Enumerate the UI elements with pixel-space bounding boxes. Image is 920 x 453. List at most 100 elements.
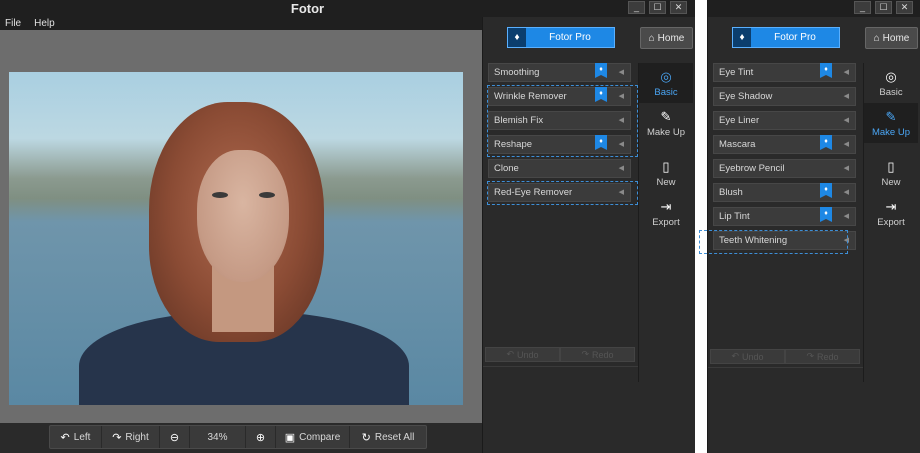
undo-label: Undo [742,351,764,362]
redo-button[interactable]: ↷ Redo [560,347,635,362]
expand-arrow-icon: ◀ [618,165,624,172]
nav-label: New [881,176,901,188]
app-title: Fotor [290,1,325,16]
fotor-pro-button[interactable]: ♦ Fotor Pro [507,27,615,48]
tool-eye-tint[interactable]: Eye Tint ♦ ◀ [713,63,856,82]
side-nav: ◎ Basic ✎ Make Up ▯ New ⇥ Export [638,63,694,382]
highlight-frame [487,181,638,205]
nav-export[interactable]: ⇥ Export [864,193,918,233]
home-button[interactable]: ⌂ Home [865,27,918,49]
redo-button[interactable]: ↷ Redo [785,349,860,364]
reset-all-label: Reset All [374,431,415,443]
expand-arrow-icon: ◀ [843,93,849,100]
new-file-icon: ▯ [887,158,895,174]
rotate-right-icon: ↷ [112,431,122,444]
divider [483,366,638,367]
nav-export[interactable]: ⇥ Export [639,193,693,233]
redo-label: Redo [592,349,614,360]
fotor-pro-label: Fotor Pro [549,32,591,43]
rotate-left-icon: ↶ [60,431,70,444]
nav-label: Export [877,216,905,228]
view-controls: ↶ Left ↷ Right ⊖ 34% ⊕ ▣ Compare ↻ Reset… [49,425,427,449]
undo-label: Undo [517,349,539,360]
zoom-in-button[interactable]: ⊕ [246,426,276,448]
pro-badge-icon: ♦ [820,63,832,78]
makeup-icon: ✎ [885,108,897,124]
menu-file[interactable]: File [5,17,21,30]
diamond-icon: ♦ [733,28,751,47]
nav-basic[interactable]: ◎ Basic [864,63,918,103]
maximize-button[interactable]: ☐ [875,1,892,14]
tool-eye-shadow[interactable]: Eye Shadow ◀ [713,87,856,106]
undo-button[interactable]: ↶ Undo [710,349,785,364]
basic-icon: ◎ [660,68,672,84]
compare-button[interactable]: ▣ Compare [276,426,350,448]
photo-canvas[interactable] [0,30,482,423]
expand-arrow-icon: ◀ [843,213,849,220]
makeup-icon: ✎ [660,108,672,124]
highlight-frame [699,230,848,254]
rotate-right-label: Right [125,431,149,443]
nav-new[interactable]: ▯ New [639,153,693,193]
minimize-button[interactable]: _ [854,1,871,14]
menu-help[interactable]: Help [34,17,55,30]
bottom-toolbar: ↶ Left ↷ Right ⊖ 34% ⊕ ▣ Compare ↻ Reset… [0,423,482,453]
expand-arrow-icon: ◀ [843,69,849,76]
undo-button[interactable]: ↶ Undo [485,347,560,362]
tool-mascara[interactable]: Mascara ♦ ◀ [713,135,856,154]
compare-label: Compare [299,431,341,443]
pro-badge-icon: ♦ [820,135,832,150]
zoom-out-button[interactable]: ⊖ [160,426,190,448]
nav-label: Make Up [871,126,910,138]
maximize-button[interactable]: ☐ [649,1,666,14]
tool-label: Lip Tint [719,211,750,222]
minimize-button[interactable]: _ [628,1,645,14]
home-button[interactable]: ⌂ Home [640,27,693,49]
undo-redo-bar: ↶ Undo ↷ Redo [710,349,860,364]
nav-make-up[interactable]: ✎ Make Up [639,103,693,143]
tool-eye-liner[interactable]: Eye Liner ◀ [713,111,856,130]
nav-new[interactable]: ▯ New [864,153,918,193]
close-button[interactable]: ✕ [670,1,687,14]
home-icon: ⌂ [648,32,655,44]
home-icon: ⌂ [873,32,880,44]
tool-clone[interactable]: Clone ◀ [488,159,631,178]
makeup-window: _ ☐ ✕ ♦ Fotor Pro ⌂ Home Eye Tint ♦ ◀ Ey… [699,0,920,453]
diamond-icon: ♦ [508,28,526,47]
main-window: Fotor _ ☐ ✕ File Help ↶ Left ↷ Right ⊖ 3… [0,0,695,453]
nav-label: Basic [654,86,678,98]
reset-all-button[interactable]: ↻ Reset All [350,426,426,448]
nav-label: Export [652,216,680,228]
tool-label: Eyebrow Pencil [719,163,785,174]
zoom-in-icon: ⊕ [255,431,266,444]
basic-side-panel: ♦ Fotor Pro ⌂ Home Smoothing ♦ ◀ Wrinkle… [482,17,695,453]
expand-arrow-icon: ◀ [618,69,624,76]
home-label: Home [657,32,685,44]
nav-label: Make Up [646,126,685,138]
makeup-tool-list: Eye Tint ♦ ◀ Eye Shadow ◀ Eye Liner ◀ Ma… [713,63,856,255]
fotor-pro-button[interactable]: ♦ Fotor Pro [732,27,840,48]
window-controls: _ ☐ ✕ [854,1,913,14]
undo-icon: ↶ [731,351,740,361]
redo-label: Redo [817,351,839,362]
undo-redo-bar: ↶ Undo ↷ Redo [485,347,635,362]
tool-label: Blush [719,187,743,198]
tool-blush[interactable]: Blush ♦ ◀ [713,183,856,202]
export-icon: ⇥ [660,198,672,214]
zoom-level: 34% [190,426,246,448]
window-controls: _ ☐ ✕ [628,1,687,14]
tool-eyebrow-pencil[interactable]: Eyebrow Pencil ◀ [713,159,856,178]
pro-badge-icon: ♦ [820,183,832,198]
expand-arrow-icon: ◀ [843,189,849,196]
tool-lip-tint[interactable]: Lip Tint ♦ ◀ [713,207,856,226]
nav-basic[interactable]: ◎ Basic [639,63,693,103]
rotate-left-label: Left [73,431,91,443]
rotate-right-button[interactable]: ↷ Right [102,426,160,448]
tool-label: Mascara [719,139,756,150]
tool-label: Clone [494,163,519,174]
redo-icon: ↷ [581,349,590,359]
rotate-left-button[interactable]: ↶ Left [50,426,102,448]
tool-smoothing[interactable]: Smoothing ♦ ◀ [488,63,631,82]
nav-make-up[interactable]: ✎ Make Up [864,103,918,143]
close-button[interactable]: ✕ [896,1,913,14]
